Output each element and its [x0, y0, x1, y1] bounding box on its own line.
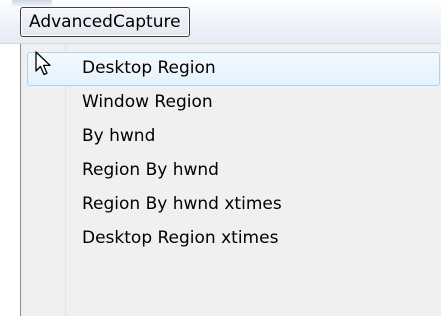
menu-advanced-capture[interactable]: AdvancedCapture — [20, 7, 190, 37]
menu-item-by-hwnd[interactable]: By hwnd — [27, 120, 440, 154]
menu-item-region-by-hwnd-xtimes[interactable]: Region By hwnd xtimes — [27, 188, 440, 222]
menu-item-label: Region By hwnd — [82, 160, 219, 180]
menu-bar: AdvancedCapture — [0, 0, 441, 44]
menu-item-desktop-region-xtimes[interactable]: Desktop Region xtimes — [27, 222, 440, 256]
menu-item-label: By hwnd — [82, 126, 156, 146]
menu-item-label: Desktop Region — [82, 58, 216, 78]
menu-item-label: Window Region — [82, 92, 213, 112]
dropdown-menu: Desktop Region Window Region By hwnd Reg… — [20, 44, 441, 316]
mouse-pointer-icon — [35, 51, 51, 76]
menu-item-window-region[interactable]: Window Region — [27, 86, 440, 120]
menu-item-desktop-region[interactable]: Desktop Region — [27, 52, 440, 86]
menu-item-label: Desktop Region xtimes — [82, 228, 279, 248]
window-edge-fragment — [12, 0, 52, 6]
menu-item-region-by-hwnd[interactable]: Region By hwnd — [27, 154, 440, 188]
menu-item-label: Region By hwnd xtimes — [82, 194, 282, 214]
